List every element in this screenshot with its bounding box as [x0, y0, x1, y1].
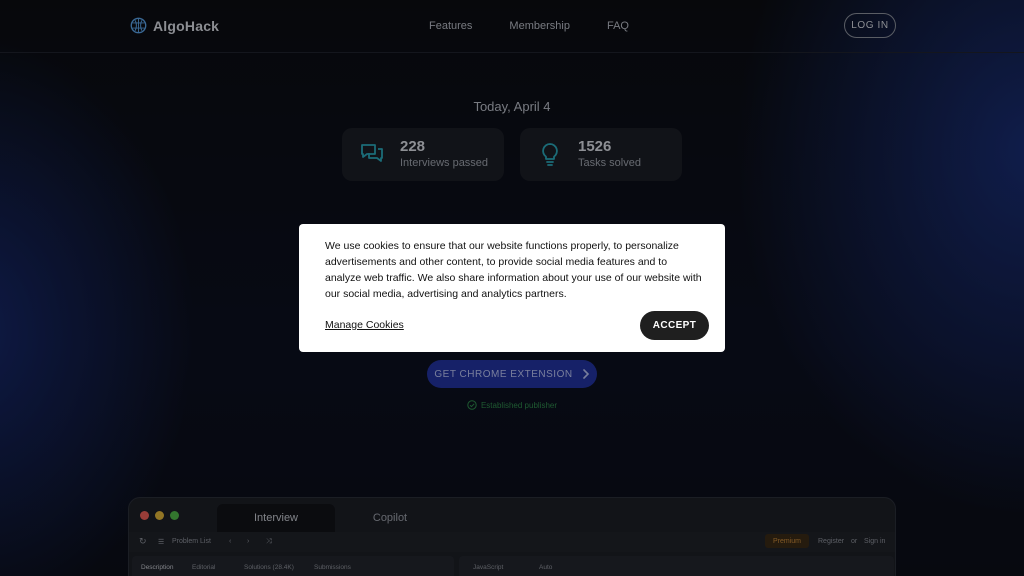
manage-cookies-link[interactable]: Manage Cookies — [325, 319, 404, 331]
cookie-consent-dialog: We use cookies to ensure that our websit… — [299, 224, 725, 352]
accept-cookies-button[interactable]: ACCEPT — [640, 311, 709, 340]
cookie-message: We use cookies to ensure that our websit… — [325, 240, 702, 300]
